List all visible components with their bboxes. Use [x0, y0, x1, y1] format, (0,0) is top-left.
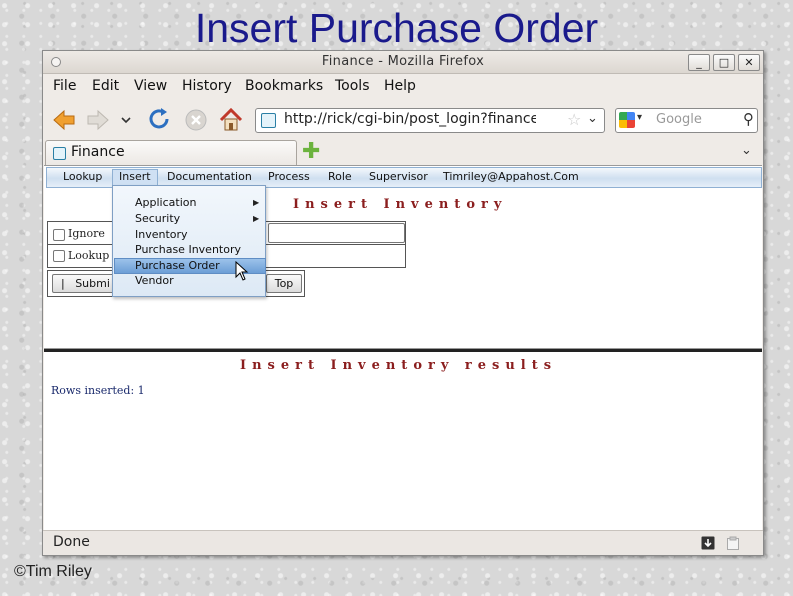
title-bar: Finance - Mozilla Firefox _ □ ✕: [43, 51, 763, 74]
tab-strip: Finance ✚ ⌄: [43, 140, 763, 165]
mouse-cursor-icon: [235, 261, 249, 281]
menu-history[interactable]: History: [182, 78, 232, 94]
app-menu-role[interactable]: Role: [328, 170, 352, 183]
status-bar: Done: [43, 530, 763, 555]
app-menu-lookup[interactable]: Lookup: [63, 170, 102, 183]
url-dropdown-icon[interactable]: ⌄: [587, 111, 598, 126]
menu-file[interactable]: File: [53, 78, 76, 94]
lookup-checkbox[interactable]: [53, 250, 65, 262]
dropdown-item-purchase-order[interactable]: Purchase Order: [135, 259, 220, 272]
menu-edit[interactable]: Edit: [92, 78, 119, 94]
page-content: Lookup Insert Documentation Process Role…: [44, 165, 762, 530]
minimize-button[interactable]: _: [688, 54, 710, 71]
back-arrow-icon[interactable]: [51, 107, 77, 133]
tab-favicon-icon: [53, 147, 66, 160]
url-text[interactable]: http://rick/cgi-bin/post_login?finance:f…: [284, 111, 536, 127]
menu-view[interactable]: View: [134, 78, 167, 94]
reload-icon[interactable]: [147, 107, 173, 133]
insert-dropdown-menu: Application ▶ Security ▶ Inventory Purch…: [112, 185, 266, 297]
dropdown-item-vendor[interactable]: Vendor: [135, 274, 174, 287]
ignore-checkbox[interactable]: [53, 229, 65, 241]
home-icon[interactable]: [218, 107, 244, 133]
dropdown-item-security[interactable]: Security: [135, 212, 180, 225]
results-heading: Insert Inventory results: [240, 358, 558, 373]
tab-finance[interactable]: Finance: [45, 140, 297, 165]
dropdown-item-application[interactable]: Application: [135, 196, 196, 209]
top-button[interactable]: Top: [266, 274, 302, 293]
menu-tools[interactable]: Tools: [335, 78, 370, 94]
url-bar[interactable]: http://rick/cgi-bin/post_login?finance:f…: [255, 108, 605, 133]
navigation-toolbar: http://rick/cgi-bin/post_login?finance:f…: [43, 101, 763, 139]
app-menu-insert[interactable]: Insert: [112, 169, 158, 186]
app-menu-supervisor[interactable]: Supervisor: [369, 170, 428, 183]
clipboard-icon[interactable]: [726, 536, 740, 550]
dropdown-item-purchase-inventory[interactable]: Purchase Inventory: [135, 243, 241, 256]
ignore-text-input[interactable]: [268, 223, 405, 243]
app-menu-documentation[interactable]: Documentation: [167, 170, 252, 183]
close-button[interactable]: ✕: [738, 54, 760, 71]
forward-arrow-icon[interactable]: [85, 107, 111, 133]
engine-dropdown-icon[interactable]: ▾: [637, 112, 642, 123]
google-engine-icon[interactable]: [619, 112, 635, 128]
lookup-label: Lookup: [68, 249, 110, 262]
browser-window: Finance - Mozilla Firefox _ □ ✕ File Edi…: [42, 50, 764, 556]
slide-title: Insert Purchase Order: [194, 5, 599, 51]
history-dropdown-icon[interactable]: [119, 107, 133, 133]
search-icon[interactable]: ⚲: [743, 110, 754, 128]
app-menu-process[interactable]: Process: [268, 170, 310, 183]
status-text: Done: [53, 534, 90, 550]
ignore-label: Ignore: [68, 227, 105, 240]
search-input[interactable]: Google: [656, 112, 702, 127]
rows-inserted-message: Rows inserted: 1: [51, 384, 145, 397]
tab-list-chevron-icon[interactable]: ⌄: [741, 143, 752, 158]
copyright-text: ©Tim Riley: [14, 563, 92, 580]
site-favicon-icon: [261, 113, 276, 128]
section-divider: [44, 348, 762, 352]
download-icon[interactable]: [701, 536, 715, 550]
app-menu-user[interactable]: Timriley@Appahost.Com: [443, 170, 579, 183]
menu-bar: File Edit View History Bookmarks Tools H…: [43, 75, 763, 97]
stop-icon[interactable]: [183, 107, 209, 133]
search-box[interactable]: ▾ Google ⚲: [615, 108, 758, 133]
menu-help[interactable]: Help: [384, 78, 416, 94]
new-tab-plus-icon[interactable]: ✚: [302, 141, 320, 163]
submit-button-label: Submi: [75, 277, 110, 290]
bookmark-star-icon[interactable]: ☆: [567, 110, 581, 129]
submenu-arrow-icon: ▶: [253, 214, 260, 223]
form-heading: Insert Inventory: [293, 197, 508, 212]
window-title: Finance - Mozilla Firefox: [321, 54, 485, 69]
menu-bookmarks[interactable]: Bookmarks: [245, 78, 323, 94]
tab-label: Finance: [71, 144, 125, 160]
submenu-arrow-icon: ▶: [253, 198, 260, 207]
maximize-button[interactable]: □: [713, 54, 735, 71]
dropdown-item-inventory[interactable]: Inventory: [135, 228, 188, 241]
